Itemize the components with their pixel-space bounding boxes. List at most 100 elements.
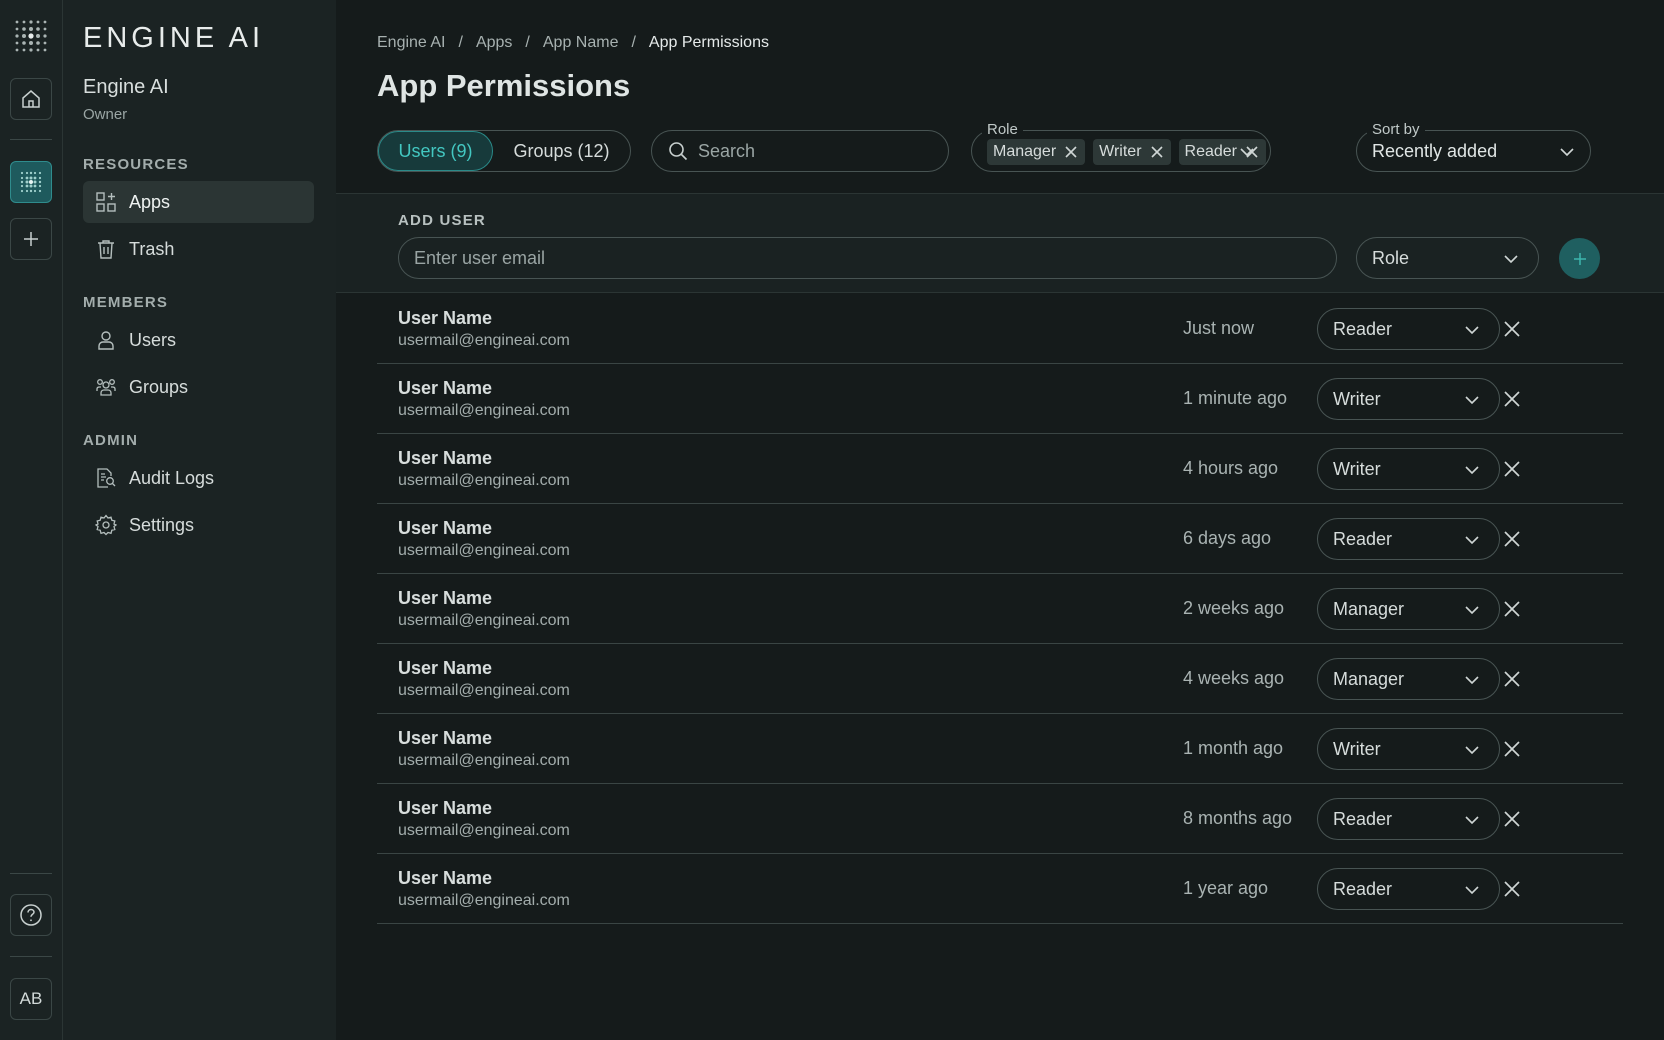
sort-label: Sort by [1367, 121, 1425, 139]
sidebar-item-users[interactable]: Users [83, 319, 314, 361]
role-select-value: Role [1372, 247, 1410, 268]
sidebar-item-settings[interactable]: Settings [83, 504, 314, 546]
remove-user-button[interactable] [1501, 808, 1523, 830]
user-row: User Name usermail@engineai.com 4 weeks … [377, 644, 1623, 714]
workspace-button[interactable] [10, 161, 52, 203]
help-button[interactable] [10, 894, 52, 936]
close-icon [1503, 880, 1521, 898]
user-role-select[interactable]: Reader [1317, 518, 1500, 560]
user-role-select[interactable]: Writer [1317, 728, 1500, 770]
user-added-time: 4 hours ago [1183, 458, 1279, 478]
user-email: usermail@engineai.com [398, 472, 570, 489]
user-role-select[interactable]: Manager [1317, 658, 1500, 700]
sidebar-item-label: Apps [129, 191, 171, 212]
user-role-select[interactable]: Manager [1317, 588, 1500, 630]
close-icon [1503, 530, 1521, 548]
sidebar-item-trash[interactable]: Trash [83, 228, 314, 270]
avatar[interactable]: AB [10, 978, 52, 1020]
role-chip: Manager [987, 139, 1086, 165]
audit-log-icon [95, 467, 117, 489]
home-button[interactable] [10, 78, 52, 120]
user-name: User Name [398, 868, 493, 888]
user-name: User Name [398, 518, 493, 538]
user-role-select[interactable]: Reader [1317, 308, 1500, 350]
user-row: User Name usermail@engineai.com 1 month … [377, 714, 1623, 784]
user-name: User Name [398, 658, 493, 678]
close-icon [1503, 390, 1521, 408]
user-added-time: 1 minute ago [1183, 388, 1288, 408]
user-row: User Name usermail@engineai.com 4 hours … [377, 434, 1623, 504]
role-chip-label: Manager [993, 143, 1057, 160]
remove-user-button[interactable] [1501, 598, 1523, 620]
add-user-button[interactable] [1559, 238, 1600, 279]
email-field[interactable] [398, 237, 1337, 279]
sort-value: Recently added [1372, 141, 1498, 161]
user-email: usermail@engineai.com [398, 612, 570, 629]
close-icon [1503, 810, 1521, 828]
home-icon [20, 88, 42, 110]
role-filter[interactable]: Role Manager Writer Reader [971, 121, 1271, 172]
sidebar-item-label: Trash [129, 238, 175, 259]
remove-user-button[interactable] [1501, 388, 1523, 410]
remove-user-button[interactable] [1501, 458, 1523, 480]
user-name: User Name [398, 798, 493, 818]
close-icon [1503, 670, 1521, 688]
role-select-value: Writer [1333, 738, 1381, 759]
close-icon [1503, 600, 1521, 618]
user-role-select[interactable]: Reader [1317, 798, 1500, 840]
chevron-down-icon [1463, 321, 1481, 339]
app-grid-logo-icon[interactable] [13, 18, 49, 54]
close-icon[interactable] [1064, 145, 1078, 159]
breadcrumb: Engine AI / Apps / App Name / App Permis… [377, 34, 769, 52]
chevron-down-icon [1463, 601, 1481, 619]
rail-divider [10, 956, 52, 957]
breadcrumb-separator: / [458, 34, 463, 51]
breadcrumb-separator: / [631, 34, 636, 51]
breadcrumb-link[interactable]: Apps [476, 34, 512, 52]
role-select-value: Manager [1333, 668, 1405, 689]
remove-user-button[interactable] [1501, 668, 1523, 690]
user-row: User Name usermail@engineai.com 8 months… [377, 784, 1623, 854]
user-role-select[interactable]: Writer [1317, 378, 1500, 420]
tab-groups[interactable]: Groups (12) [493, 131, 630, 171]
role-select-value: Reader [1333, 808, 1393, 829]
search-input[interactable] [698, 140, 918, 162]
role-select-value: Writer [1333, 388, 1381, 409]
sidebar-item-audit-logs[interactable]: Audit Logs [83, 457, 314, 499]
chevron-down-icon [1463, 391, 1481, 409]
user-email: usermail@engineai.com [398, 402, 570, 419]
close-icon [1503, 740, 1521, 758]
apps-icon [95, 191, 117, 213]
org-name: Engine AI [83, 76, 169, 98]
breadcrumb-link[interactable]: Engine AI [377, 34, 446, 52]
trash-icon [95, 238, 117, 260]
remove-user-button[interactable] [1501, 738, 1523, 760]
user-added-time: 1 year ago [1183, 878, 1269, 898]
sidebar-item-groups[interactable]: Groups [83, 366, 314, 408]
breadcrumb-link[interactable]: App Name [543, 34, 619, 52]
user-added-time: 6 days ago [1183, 528, 1272, 548]
close-icon [1503, 460, 1521, 478]
user-role-select[interactable]: Reader [1317, 868, 1500, 910]
app-rail: AB [0, 0, 63, 1040]
gear-icon [95, 514, 117, 536]
remove-user-button[interactable] [1501, 528, 1523, 550]
add-user-role-select[interactable]: Role [1356, 237, 1539, 279]
user-role-select[interactable]: Writer [1317, 448, 1500, 490]
chevron-down-icon [1463, 811, 1481, 829]
close-icon[interactable] [1150, 145, 1164, 159]
breadcrumb-separator: / [525, 34, 530, 51]
sidebar-item-apps[interactable]: Apps [83, 181, 314, 223]
user-added-time: 2 weeks ago [1183, 598, 1285, 618]
section-label-admin: ADMIN [83, 432, 139, 449]
sort-select[interactable]: Sort by Recently added [1356, 121, 1591, 172]
remove-user-button[interactable] [1501, 318, 1523, 340]
tab-users[interactable]: Users (9) [378, 131, 494, 171]
remove-user-button[interactable] [1501, 878, 1523, 900]
user-name: User Name [398, 448, 493, 468]
search-box [651, 130, 949, 172]
add-workspace-button[interactable] [10, 218, 52, 260]
sidebar-item-label: Settings [129, 514, 195, 535]
user-email: usermail@engineai.com [398, 332, 570, 349]
close-icon [1503, 320, 1521, 338]
